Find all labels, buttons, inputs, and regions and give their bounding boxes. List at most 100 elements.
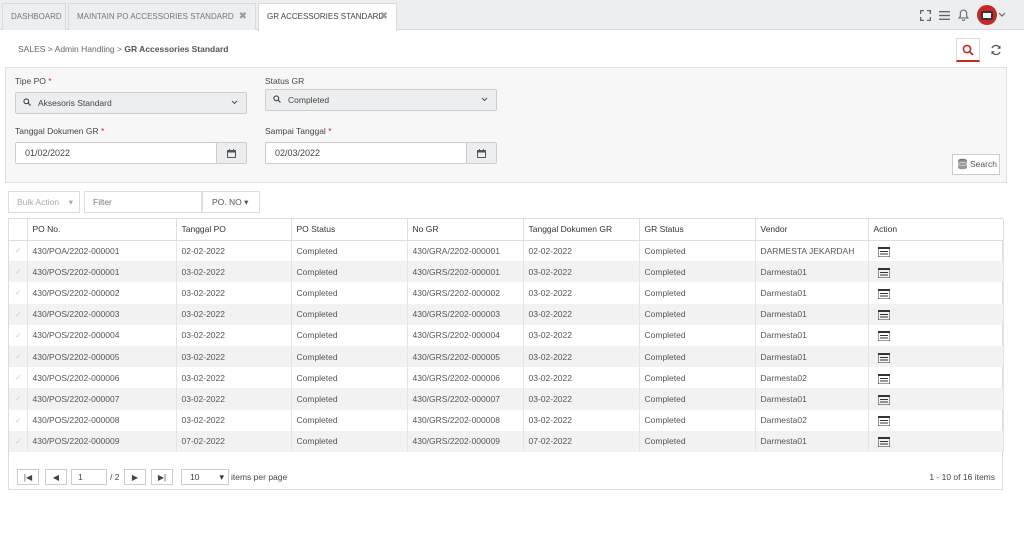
next-page-button[interactable]: ▶ (124, 469, 146, 485)
calendar-button[interactable] (216, 142, 247, 164)
bell-icon[interactable] (954, 4, 972, 26)
column-header[interactable]: Vendor (755, 219, 869, 241)
tab-maintain-po[interactable]: MAINTAIN PO ACCESSORIES STANDARD ✖ (68, 3, 256, 30)
table-cell: 03-02-2022 (176, 345, 292, 368)
toggle-search-button[interactable] (956, 38, 980, 62)
column-header[interactable]: Tanggal Dokumen GR (523, 219, 640, 241)
table-cell: 430/GRS/2202-000002 (407, 282, 524, 304)
status-gr-select[interactable]: Completed (265, 89, 497, 111)
table-cell: Completed (291, 282, 408, 304)
table-cell: 03-02-2022 (523, 261, 640, 283)
column-header[interactable]: No GR (407, 219, 524, 241)
close-icon[interactable]: ✖ (239, 4, 247, 29)
table-cell: 03-02-2022 (176, 282, 292, 304)
tab-label: DASHBOARD (11, 12, 62, 21)
row-check-icon[interactable]: ✓ (9, 430, 28, 452)
row-action-cell (868, 303, 1004, 325)
row-check-icon[interactable]: ✓ (9, 282, 28, 304)
column-header[interactable]: Tanggal PO (176, 219, 292, 241)
chevron-down-icon (231, 93, 238, 113)
top-icons (916, 4, 1016, 26)
list-icon[interactable] (877, 267, 890, 279)
table-cell: Completed (639, 345, 756, 368)
chevron-down-icon: ▾ (219, 472, 224, 482)
table-cell: 430/POS/2202-000007 (27, 388, 177, 410)
prev-page-button[interactable]: ◀ (45, 469, 67, 485)
sampai-tanggal-input[interactable]: 02/03/2022 (265, 142, 467, 164)
list-icon[interactable] (877, 394, 890, 406)
table-cell: Completed (639, 430, 756, 452)
list-icon[interactable] (877, 288, 890, 300)
list-icon[interactable] (877, 352, 890, 364)
table-row[interactable]: ✓ 430/POS/2202-000001 03-02-2022 Completed 4… (9, 261, 1004, 283)
filter-field-select[interactable]: PO. NO ▾ (202, 191, 260, 213)
tab-dashboard[interactable]: DASHBOARD (2, 3, 66, 30)
list-icon[interactable] (877, 330, 890, 342)
list-icon[interactable] (877, 415, 890, 427)
page-size-select[interactable]: 10 ▾ (181, 469, 229, 485)
table-cell: Darmesta02 (755, 367, 869, 389)
table-row[interactable]: ✓ 430/POS/2202-000008 03-02-2022 Completed 4… (9, 409, 1004, 431)
refresh-button[interactable] (984, 38, 1008, 62)
caret-down-icon: ▾ (244, 197, 249, 207)
close-icon[interactable]: ✖ (380, 4, 388, 29)
page-input[interactable]: 1 (71, 469, 107, 485)
last-page-button[interactable]: ▶| (151, 469, 173, 485)
row-check-icon[interactable]: ✓ (9, 409, 28, 431)
column-header[interactable]: PO No. (27, 219, 177, 241)
pager: |◀ ◀ 1 / 2 ▶ ▶| 10 ▾ items per page 1 - 1… (9, 465, 1003, 489)
list-icon[interactable] (877, 436, 890, 448)
sampai-tanggal-label: Sampai Tanggal * (265, 126, 332, 136)
table-cell: 03-02-2022 (523, 345, 640, 368)
row-action-cell (868, 409, 1004, 431)
breadcrumb-sales[interactable]: SALES (18, 44, 45, 54)
column-header[interactable]: GR Status (639, 219, 756, 241)
breadcrumb-current: GR Accessories Standard (124, 44, 229, 54)
table-cell: Completed (639, 367, 756, 389)
table-row[interactable]: ✓ 430/POS/2202-000004 03-02-2022 Completed 4… (9, 324, 1004, 346)
filter-input[interactable]: Filter (84, 191, 202, 213)
breadcrumb-admin-handling[interactable]: Admin Handling (55, 44, 115, 54)
table-row[interactable]: ✓ 430/POS/2202-000002 03-02-2022 Completed 4… (9, 282, 1004, 304)
row-check-icon[interactable]: ✓ (9, 261, 28, 283)
bulk-action-button[interactable]: Bulk Action ▾ (8, 191, 80, 213)
calendar-button[interactable] (466, 142, 497, 164)
search-button[interactable]: Search (952, 154, 1000, 175)
table-cell: 430/GRS/2202-000005 (407, 345, 524, 368)
table-row[interactable]: ✓ 430/POS/2202-000003 03-02-2022 Completed 4… (9, 303, 1004, 325)
tab-bar: DASHBOARD MAINTAIN PO ACCESSORIES STANDA… (0, 0, 1024, 31)
table-cell: Completed (639, 409, 756, 431)
table-row[interactable]: ✓ 430/POS/2202-000009 07-02-2022 Completed 4… (9, 430, 1004, 452)
tipe-po-select[interactable]: Aksesoris Standard (15, 92, 247, 114)
caret-down-icon: ▾ (68, 197, 73, 207)
column-header[interactable]: PO Status (291, 219, 408, 241)
row-check-icon[interactable]: ✓ (9, 367, 28, 389)
table-cell: 07-02-2022 (176, 430, 292, 452)
table-row[interactable]: ✓ 430/POS/2202-000007 03-02-2022 Completed 4… (9, 388, 1004, 410)
first-page-button[interactable]: |◀ (17, 469, 39, 485)
list-icon[interactable] (877, 309, 890, 321)
row-check-icon[interactable]: ✓ (9, 240, 28, 262)
table-cell: Completed (291, 345, 408, 368)
row-check-icon[interactable]: ✓ (9, 345, 28, 368)
table-cell: 430/POS/2202-000002 (27, 282, 177, 304)
row-check-icon[interactable]: ✓ (9, 324, 28, 346)
table-cell: Completed (291, 240, 408, 262)
table-row[interactable]: ✓ 430/POS/2202-000005 03-02-2022 Completed 4… (9, 345, 1004, 368)
avatar-icon[interactable] (977, 5, 997, 25)
tanggal-dokumen-input[interactable]: 01/02/2022 (15, 142, 217, 164)
table-cell: Completed (291, 261, 408, 283)
table-row[interactable]: ✓ 430/POS/2202-000006 03-02-2022 Completed 4… (9, 367, 1004, 389)
table-row[interactable]: ✓ 430/POA/2202-000001 02-02-2022 Completed 4… (9, 240, 1004, 262)
list-icon[interactable] (877, 246, 890, 258)
table-cell: Completed (639, 282, 756, 304)
tab-gr-accessories[interactable]: GR ACCESSORIES STANDARD ✖ (258, 3, 397, 31)
expand-icon[interactable] (916, 4, 934, 26)
table-cell: 03-02-2022 (523, 409, 640, 431)
menu-icon[interactable] (935, 4, 953, 26)
list-icon[interactable] (877, 373, 890, 385)
row-check-icon[interactable]: ✓ (9, 388, 28, 410)
row-check-icon[interactable]: ✓ (9, 303, 28, 325)
chevron-down-icon[interactable] (996, 4, 1008, 26)
table-cell: 430/GRS/2202-000004 (407, 324, 524, 346)
